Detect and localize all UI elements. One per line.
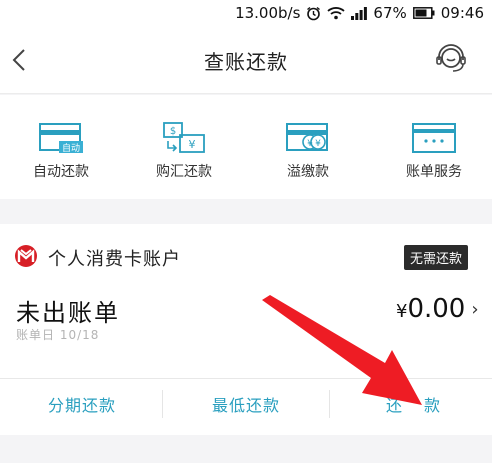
svg-text:自动: 自动 — [62, 142, 80, 154]
bill-title: 未出账单 — [16, 299, 120, 327]
svg-text:¥: ¥ — [307, 139, 313, 149]
battery-level: 67% — [373, 4, 407, 22]
bank-logo-icon — [14, 244, 38, 272]
bill-date: 账单日 10/18 — [16, 328, 100, 342]
amount-value: 0.00 — [407, 294, 466, 324]
feature-label: 溢缴款 — [287, 164, 329, 180]
feature-label: 账单服务 — [406, 164, 462, 180]
status-bar: 13.00b/s 67% 09:46 — [0, 0, 492, 26]
nav-bar: 查账还款 — [0, 26, 492, 94]
feature-shortcuts: 自动 自动还款 $ ¥ 购汇还款 ¥ ¥ 溢缴款 账单服务 — [0, 95, 492, 199]
account-header: 个人消费卡账户 — [14, 244, 181, 272]
svg-text:$: $ — [170, 126, 176, 137]
status-badge: 无需还款 — [404, 245, 469, 270]
minimum-repay-button[interactable]: 最低还款 — [212, 392, 280, 416]
feature-label: 购汇还款 — [156, 164, 212, 180]
battery-icon — [412, 7, 435, 19]
bill-service-card-icon — [412, 123, 456, 153]
feature-label: 自动还款 — [33, 164, 89, 180]
chevron-right-icon: › — [471, 298, 479, 320]
repay-button[interactable]: 还款 — [386, 392, 462, 416]
feature-bill-service[interactable]: 账单服务 — [384, 121, 484, 181]
wifi-icon — [327, 6, 346, 20]
page-title: 查账还款 — [204, 50, 288, 74]
overpayment-icon: ¥ ¥ — [286, 123, 328, 151]
divider — [329, 390, 330, 418]
feature-overpayment[interactable]: ¥ ¥ 溢缴款 — [258, 121, 358, 181]
signal-icon — [351, 6, 368, 20]
currency-exchange-icon: $ ¥ — [163, 122, 205, 153]
svg-text:¥: ¥ — [315, 139, 321, 149]
account-name: 个人消费卡账户 — [48, 249, 181, 270]
clock: 09:46 — [440, 4, 484, 22]
installment-repay-button[interactable]: 分期还款 — [48, 392, 116, 416]
divider — [0, 378, 492, 379]
feature-exchange-repay[interactable]: $ ¥ 购汇还款 — [134, 121, 234, 181]
feature-auto-repay[interactable]: 自动 自动还款 — [11, 121, 111, 181]
currency-symbol: ¥ — [396, 301, 408, 322]
svg-text:¥: ¥ — [189, 138, 196, 151]
account-card: 个人消费卡账户 无需还款 未出账单 账单日 10/18 ¥0.00 › 分期还款… — [0, 224, 492, 435]
bill-amount-link[interactable]: ¥0.00 › — [396, 294, 479, 324]
customer-service-icon[interactable] — [434, 42, 468, 76]
alarm-icon — [306, 6, 321, 21]
auto-repay-card-icon: 自动 — [39, 123, 83, 154]
network-speed: 13.00b/s — [235, 4, 301, 22]
divider — [162, 390, 163, 418]
bill-amount: ¥0.00 — [396, 294, 465, 324]
